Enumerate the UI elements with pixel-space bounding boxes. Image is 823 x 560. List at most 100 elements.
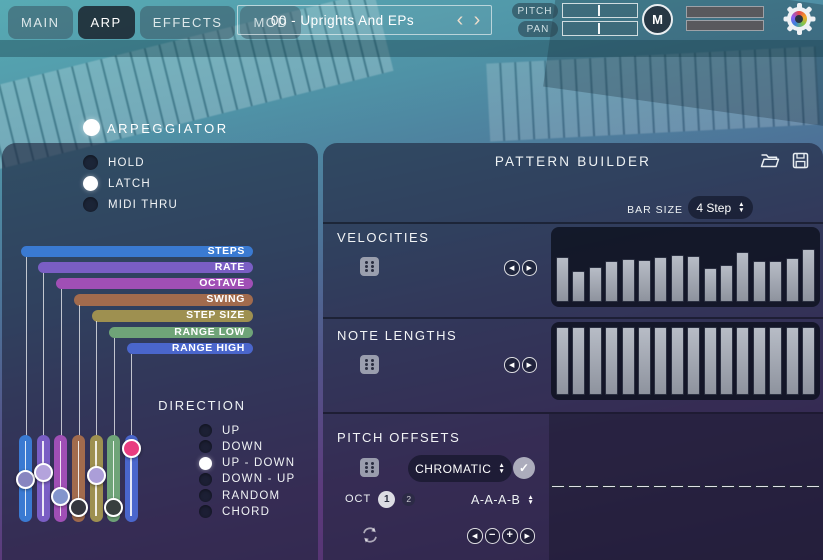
pan-slider-handle[interactable]: [598, 23, 600, 34]
step-left-button[interactable]: ◀: [467, 528, 483, 544]
note-lengths-chart[interactable]: [551, 322, 820, 400]
velocities-shift-right-button[interactable]: ▶: [522, 260, 538, 276]
chart-bar[interactable]: [671, 255, 684, 302]
slider-bar-range-high[interactable]: RANGE HIGH: [127, 343, 253, 355]
note-lengths-shift-right-button[interactable]: ▶: [522, 357, 538, 373]
note-lengths-randomize-dice-icon[interactable]: [360, 355, 379, 374]
oct-option-2[interactable]: 2: [402, 493, 415, 506]
pattern-variation-selector[interactable]: A-A-A-B ▲▼: [471, 489, 534, 511]
step-increment-button[interactable]: +: [502, 528, 518, 544]
chart-bar[interactable]: [802, 327, 815, 395]
pitch-step-dash[interactable]: [653, 485, 667, 489]
direction-option-down-up[interactable]: DOWN - UP: [199, 473, 295, 486]
chart-bar[interactable]: [589, 327, 602, 395]
preset-selector[interactable]: 00 - Uprights And EPs ‹ ›: [237, 5, 492, 35]
velocities-randomize-dice-icon[interactable]: [360, 257, 379, 276]
oct-option-1[interactable]: 1: [378, 491, 395, 508]
pitch-step-dash[interactable]: [721, 485, 735, 489]
pitch-step-dash[interactable]: [755, 485, 769, 489]
slider-bar-swing[interactable]: SWING: [74, 294, 253, 306]
direction-option-down[interactable]: DOWN: [199, 440, 295, 453]
chart-bar[interactable]: [556, 327, 569, 395]
chart-bar[interactable]: [720, 327, 733, 395]
bar-size-selector[interactable]: 4 Step ▲▼: [688, 196, 753, 219]
tab-arp[interactable]: ARP: [78, 6, 135, 39]
chart-bar[interactable]: [786, 327, 799, 395]
slider-bar-rate[interactable]: RATE: [38, 262, 253, 274]
step-decrement-button[interactable]: −: [485, 528, 501, 544]
chart-bar[interactable]: [654, 327, 667, 395]
slider-bar-step-size[interactable]: STEP SIZE: [92, 310, 253, 322]
slider-bar-range-low[interactable]: RANGE LOW: [109, 327, 253, 339]
chart-bar[interactable]: [671, 327, 684, 395]
pitch-step-dash[interactable]: [670, 485, 684, 489]
arpeggiator-toggle[interactable]: [83, 119, 100, 136]
slider-knob-rate[interactable]: [34, 463, 53, 482]
pitch-step-dash[interactable]: [738, 485, 752, 489]
chart-bar[interactable]: [638, 327, 651, 395]
slider-track-octave[interactable]: [54, 435, 67, 522]
pitch-step-dash[interactable]: [602, 485, 616, 489]
chart-bar[interactable]: [720, 265, 733, 302]
slider-knob-steps[interactable]: [16, 470, 35, 489]
pitch-step-dash[interactable]: [619, 485, 633, 489]
pitch-step-dash[interactable]: [551, 485, 565, 489]
pitch-slider[interactable]: [562, 3, 638, 18]
chart-bar[interactable]: [572, 271, 585, 303]
slider-knob-octave[interactable]: [51, 487, 70, 506]
pitch-step-dash[interactable]: [585, 485, 599, 489]
pitch-step-dash[interactable]: [636, 485, 650, 489]
velocities-chart[interactable]: [551, 227, 820, 307]
chart-bar[interactable]: [687, 327, 700, 395]
chart-bar[interactable]: [769, 261, 782, 302]
direction-option-chord[interactable]: CHORD: [199, 505, 295, 518]
chart-bar[interactable]: [704, 268, 717, 302]
pitch-step-dash[interactable]: [704, 485, 718, 489]
step-right-button[interactable]: ▶: [520, 528, 536, 544]
note-lengths-shift-left-button[interactable]: ◀: [504, 357, 520, 373]
slider-knob-step-size[interactable]: [87, 466, 106, 485]
settings-gear-icon[interactable]: [782, 2, 816, 36]
reset-refresh-icon[interactable]: [361, 526, 379, 544]
velocities-shift-left-button[interactable]: ◀: [504, 260, 520, 276]
chart-bar[interactable]: [572, 327, 585, 395]
slider-knob-swing[interactable]: [69, 498, 88, 517]
chart-bar[interactable]: [769, 327, 782, 395]
chart-bar[interactable]: [736, 252, 749, 302]
stepper-arrows-icon[interactable]: ▲▼: [738, 202, 744, 213]
pitch-step-dash[interactable]: [806, 485, 820, 489]
chart-bar[interactable]: [704, 327, 717, 395]
chart-bar[interactable]: [622, 259, 635, 302]
pitch-step-dash[interactable]: [687, 485, 701, 489]
slider-bar-octave[interactable]: OCTAVE: [56, 278, 253, 290]
pan-slider[interactable]: [562, 21, 638, 36]
chart-bar[interactable]: [802, 249, 815, 302]
chart-bar[interactable]: [753, 327, 766, 395]
slider-knob-range-high[interactable]: [122, 439, 141, 458]
chart-bar[interactable]: [753, 261, 766, 302]
stepper-arrows-icon[interactable]: ▲▼: [498, 463, 504, 474]
pitch-slider-handle[interactable]: [598, 5, 600, 16]
pitch-offsets-randomize-dice-icon[interactable]: [360, 458, 379, 477]
chart-bar[interactable]: [736, 327, 749, 395]
slider-knob-range-low[interactable]: [104, 498, 123, 517]
chart-bar[interactable]: [605, 327, 618, 395]
save-pattern-disk-icon[interactable]: [792, 152, 809, 169]
pitch-step-dash[interactable]: [772, 485, 786, 489]
chart-bar[interactable]: [786, 258, 799, 302]
tab-main[interactable]: MAIN: [8, 6, 73, 39]
direction-option-up[interactable]: UP: [199, 424, 295, 437]
direction-option-random[interactable]: RANDOM: [199, 489, 295, 502]
chart-bar[interactable]: [654, 257, 667, 302]
pitch-step-dash[interactable]: [789, 485, 803, 489]
preset-prev-button[interactable]: ‹: [453, 7, 467, 35]
chart-bar[interactable]: [687, 256, 700, 302]
chart-bar[interactable]: [622, 327, 635, 395]
tab-effects[interactable]: EFFECTS: [140, 6, 236, 39]
scale-selector[interactable]: CHROMATIC ▲▼: [408, 455, 512, 482]
stepper-arrows-icon[interactable]: ▲▼: [527, 495, 534, 506]
slider-bar-steps[interactable]: STEPS: [21, 246, 253, 258]
load-pattern-folder-icon[interactable]: [760, 152, 780, 169]
chart-bar[interactable]: [556, 257, 569, 303]
pitch-offset-steps[interactable]: [551, 480, 820, 492]
